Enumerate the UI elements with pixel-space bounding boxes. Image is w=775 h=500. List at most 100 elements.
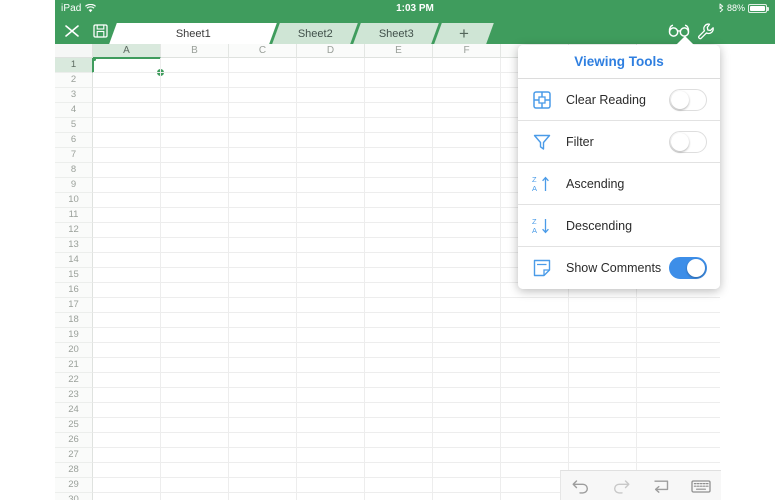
row-header-27[interactable]: 27 <box>55 448 93 463</box>
ipad-spreadsheet-app: iPad 1:03 PM 88% Sheet1 Sheet2 Sheet3 + … <box>0 0 775 500</box>
row-header-13[interactable]: 13 <box>55 238 93 253</box>
selection-handle-topleft[interactable] <box>93 58 96 61</box>
status-bar-clock: 1:03 PM <box>396 3 434 14</box>
row-header-24[interactable]: 24 <box>55 403 93 418</box>
row-header-9[interactable]: 9 <box>55 178 93 193</box>
column-header-E[interactable]: E <box>365 44 433 58</box>
filter-toggle[interactable] <box>669 130 707 153</box>
save-icon[interactable] <box>89 21 111 41</box>
row-header-28[interactable]: 28 <box>55 463 93 478</box>
row-header-18[interactable]: 18 <box>55 313 93 328</box>
row-header-10[interactable]: 10 <box>55 193 93 208</box>
svg-text:A: A <box>532 226 537 235</box>
row-header-21[interactable]: 21 <box>55 358 93 373</box>
popover-title: Viewing Tools <box>518 45 720 79</box>
row-header-12[interactable]: 12 <box>55 223 93 238</box>
row-header-3[interactable]: 3 <box>55 88 93 103</box>
grid-line-horizontal <box>93 342 720 343</box>
row-header-16[interactable]: 16 <box>55 283 93 298</box>
popover-row-label: Clear Reading <box>566 92 646 107</box>
bottom-toolbar <box>560 470 721 500</box>
row-header-25[interactable]: 25 <box>55 418 93 433</box>
sheet-tab-1[interactable]: Sheet1 <box>109 23 277 44</box>
column-header-F[interactable]: F <box>433 44 501 58</box>
row-header-7[interactable]: 7 <box>55 148 93 163</box>
keyboard-icon[interactable] <box>688 475 714 497</box>
row-header-23[interactable]: 23 <box>55 388 93 403</box>
column-header-B[interactable]: B <box>161 44 229 58</box>
sort-ascending-icon: ZA <box>531 173 553 195</box>
bluetooth-icon <box>718 3 724 13</box>
row-header-1[interactable]: 1 <box>55 58 93 73</box>
grid-line-horizontal <box>93 327 720 328</box>
sheet-tab-2[interactable]: Sheet2 <box>272 23 358 44</box>
filter-funnel-icon <box>531 131 553 153</box>
battery-icon <box>748 3 769 13</box>
sheet-tab-label: Sheet2 <box>297 27 333 40</box>
row-header-14[interactable]: 14 <box>55 253 93 268</box>
popover-row-show-comments[interactable]: Show Comments <box>518 247 720 289</box>
grid-line-horizontal <box>93 312 720 313</box>
popover-row-clear-reading[interactable]: Clear Reading <box>518 79 720 121</box>
svg-text:Z: Z <box>532 175 537 184</box>
row-header-17[interactable]: 17 <box>55 298 93 313</box>
svg-text:A: A <box>532 184 537 193</box>
popover-row-label: Descending <box>566 218 633 233</box>
row-header-6[interactable]: 6 <box>55 133 93 148</box>
clear-reading-toggle[interactable] <box>669 88 707 111</box>
show-comments-toggle[interactable] <box>669 257 707 279</box>
app-bar: Sheet1 Sheet2 Sheet3 + <box>55 18 775 44</box>
row-header-15[interactable]: 15 <box>55 268 93 283</box>
comment-note-icon <box>531 257 553 279</box>
column-header-C[interactable]: C <box>229 44 297 58</box>
grid-line-horizontal <box>93 297 720 298</box>
popover-row-label: Ascending <box>566 176 625 191</box>
grid-line-vertical <box>296 58 297 500</box>
battery-percent: 88% <box>726 3 745 13</box>
row-header-8[interactable]: 8 <box>55 163 93 178</box>
return-icon[interactable] <box>648 475 674 497</box>
grid-line-vertical <box>500 58 501 500</box>
row-header-4[interactable]: 4 <box>55 103 93 118</box>
popover-row-filter[interactable]: Filter <box>518 121 720 163</box>
redo-icon[interactable] <box>608 475 634 497</box>
row-header-26[interactable]: 26 <box>55 433 93 448</box>
column-header-A[interactable]: A <box>93 44 161 58</box>
row-header-22[interactable]: 22 <box>55 373 93 388</box>
select-all-corner[interactable] <box>55 44 93 58</box>
grid-line-horizontal <box>93 372 720 373</box>
viewing-tools-popover: Viewing Tools Clear Reading Filter ZA As… <box>518 45 720 289</box>
row-header-2[interactable]: 2 <box>55 73 93 88</box>
close-icon[interactable] <box>61 21 83 41</box>
undo-icon[interactable] <box>568 475 594 497</box>
popover-row-descending[interactable]: ZA Descending <box>518 205 720 247</box>
grid-line-vertical <box>432 58 433 500</box>
svg-text:Z: Z <box>532 217 537 226</box>
row-header-5[interactable]: 5 <box>55 118 93 133</box>
row-header-20[interactable]: 20 <box>55 343 93 358</box>
status-bar-right: 88% <box>718 3 769 13</box>
row-header-30[interactable]: 30 <box>55 493 93 500</box>
wrench-icon[interactable] <box>695 21 717 41</box>
sheet-tab-3[interactable]: Sheet3 <box>353 23 439 44</box>
popover-row-label: Filter <box>566 134 594 149</box>
grid-line-horizontal <box>93 417 720 418</box>
grid-line-horizontal <box>93 387 720 388</box>
grid-line-vertical <box>228 58 229 500</box>
selected-cell[interactable] <box>93 58 164 76</box>
sheet-tab-label: Sheet1 <box>175 27 211 40</box>
row-headers: 1 2 3 4 5 6 7 8 9 10 11 12 13 14 15 16 17 18 19 20 21 22 23 24 2… <box>55 58 93 500</box>
popover-row-ascending[interactable]: ZA Ascending <box>518 163 720 205</box>
row-header-19[interactable]: 19 <box>55 328 93 343</box>
grid-line-horizontal <box>93 357 720 358</box>
grid-line-horizontal <box>93 432 720 433</box>
row-header-29[interactable]: 29 <box>55 478 93 493</box>
popover-row-label: Show Comments <box>566 261 662 275</box>
row-header-11[interactable]: 11 <box>55 208 93 223</box>
plus-icon: + <box>459 24 469 43</box>
status-bar: iPad 1:03 PM 88% <box>55 0 775 18</box>
grid-line-horizontal <box>93 462 720 463</box>
add-sheet-button[interactable]: + <box>434 23 494 44</box>
column-header-D[interactable]: D <box>297 44 365 58</box>
grid-line-horizontal <box>93 447 720 448</box>
